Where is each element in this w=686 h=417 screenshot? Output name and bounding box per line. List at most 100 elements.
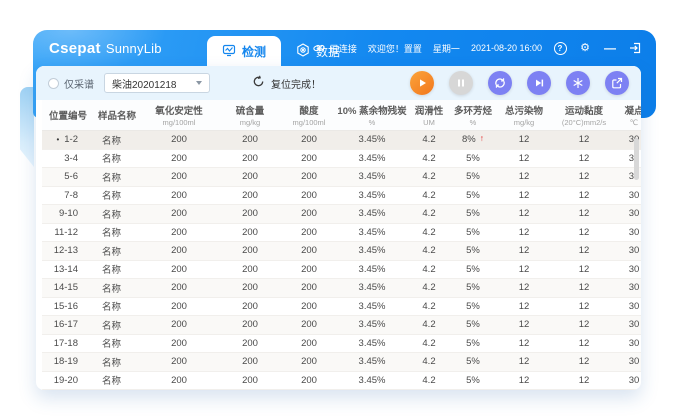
cell-position: 9-10 — [42, 205, 94, 224]
cell-sample-name: 名称 — [94, 260, 140, 279]
help-icon[interactable]: ? — [553, 41, 567, 55]
reset-status-text: 复位完成！ — [271, 76, 321, 91]
table-row[interactable]: 19-20名称2002002003.45%4.25%121230 — [42, 371, 641, 390]
cell-value: 5% — [450, 334, 496, 353]
cell-value: 30 — [616, 316, 641, 335]
main-tabs: 检测 数据 — [207, 36, 355, 66]
table-row[interactable]: 5-6名称2002002003.45%4.25%121230 — [42, 168, 641, 187]
table-row[interactable]: 3-4名称2002002003.45%4.25%121230 — [42, 149, 641, 168]
cell-value: 30 — [616, 186, 641, 205]
cell-value: 12 — [552, 260, 616, 279]
cell-value: 200 — [218, 131, 282, 150]
table-row[interactable]: 12-13名称2002002003.45%4.25%121230 — [42, 242, 641, 261]
cell-value: 200 — [218, 334, 282, 353]
cell-value: 200 — [282, 149, 336, 168]
reset-icon[interactable] — [252, 75, 265, 91]
cell-sample-name: 名称 — [94, 149, 140, 168]
cell-sample-name: 名称 — [94, 334, 140, 353]
cell-value: 30 — [616, 205, 641, 224]
column-header: 总污染物mg/kg — [496, 100, 552, 131]
cell-value: 3.45% — [336, 131, 408, 150]
cell-position: •1-2 — [42, 131, 94, 150]
exit-icon[interactable] — [628, 41, 642, 55]
cell-value: 12 — [552, 223, 616, 242]
cell-value: 200 — [282, 205, 336, 224]
cell-value: 12 — [496, 334, 552, 353]
sample-only-checkbox[interactable] — [48, 78, 59, 89]
skip-button[interactable] — [527, 71, 551, 95]
cell-value: 8%↑ — [450, 131, 496, 150]
sync-icon — [493, 76, 507, 90]
cell-value: 12 — [496, 205, 552, 224]
cell-value: 30 — [616, 297, 641, 316]
cell-sample-name: 名称 — [94, 242, 140, 261]
column-header: 润滑性UM — [408, 100, 450, 131]
cell-value: 4.2 — [408, 371, 450, 390]
pause-button[interactable] — [449, 71, 473, 95]
table-row[interactable]: 16-17名称2002002003.45%4.25%121230 — [42, 316, 641, 335]
cell-value: 5% — [450, 297, 496, 316]
cell-value: 12 — [496, 297, 552, 316]
pause-icon — [454, 76, 468, 90]
cell-value: 12 — [496, 186, 552, 205]
skip-forward-icon — [532, 76, 546, 90]
table-row[interactable]: 9-10名称2002002003.45%4.25%121230 — [42, 205, 641, 224]
vertical-scrollbar[interactable] — [634, 138, 639, 180]
cell-value: 200 — [140, 131, 218, 150]
cell-value: 5% — [450, 279, 496, 298]
cell-value: 3.45% — [336, 260, 408, 279]
cell-sample-name: 名称 — [94, 371, 140, 390]
cell-sample-name: 名称 — [94, 316, 140, 335]
cell-value: 12 — [496, 371, 552, 390]
cell-value: 12 — [552, 131, 616, 150]
cell-value: 4.2 — [408, 186, 450, 205]
cell-value: 12 — [496, 260, 552, 279]
cell-position: 12-13 — [42, 242, 94, 261]
cell-position: 5-6 — [42, 168, 94, 187]
cell-value: 200 — [140, 223, 218, 242]
export-button[interactable] — [605, 71, 629, 95]
titlebar-right: 已连接 欢迎您！置置 星期一 2021-08-20 16:00 ? ⚙ — — [312, 41, 642, 55]
table-row[interactable]: 17-18名称2002002003.45%4.25%121230 — [42, 334, 641, 353]
tab-data[interactable]: 数据 — [281, 36, 355, 66]
cell-value: 5% — [450, 223, 496, 242]
table-row[interactable]: 15-16名称2002002003.45%4.25%121230 — [42, 297, 641, 316]
start-button[interactable] — [410, 71, 434, 95]
column-header: 氧化安定性mg/100ml — [140, 100, 218, 131]
freeze-button[interactable] — [566, 71, 590, 95]
cell-value: 200 — [282, 223, 336, 242]
content-card: 仅采谱 柴油20201218 复位完成！ — [36, 66, 641, 390]
cell-value: 5% — [450, 149, 496, 168]
column-header: 凝点℃ — [616, 100, 641, 131]
cell-value: 200 — [218, 149, 282, 168]
column-header: 多环芳烃% — [450, 100, 496, 131]
cell-value: 3.45% — [336, 168, 408, 187]
table-row[interactable]: 18-19名称2002002003.45%4.25%121230 — [42, 353, 641, 372]
results-table: 位置编号样品名称氧化安定性mg/100ml硫含量mg/kg酸度mg/100ml1… — [42, 100, 641, 390]
cell-position: 3-4 — [42, 149, 94, 168]
cell-position: 19-20 — [42, 371, 94, 390]
table-row[interactable]: 13-14名称2002002003.45%4.25%121230 — [42, 260, 641, 279]
cell-value: 12 — [552, 186, 616, 205]
table-row[interactable]: •1-2名称2002002003.45%4.28%↑121230 — [42, 131, 641, 150]
cell-value: 200 — [218, 205, 282, 224]
table-row[interactable]: 14-15名称2002002003.45%4.25%121230 — [42, 279, 641, 298]
cell-value: 12 — [496, 242, 552, 261]
cell-value: 12 — [552, 353, 616, 372]
sample-only-label: 仅采谱 — [64, 76, 94, 91]
cell-sample-name: 名称 — [94, 131, 140, 150]
table-row[interactable]: 7-8名称2002002003.45%4.25%121230 — [42, 186, 641, 205]
cell-position: 17-18 — [42, 334, 94, 353]
cell-sample-name: 名称 — [94, 297, 140, 316]
settings-gear-icon[interactable]: ⚙ — [578, 41, 592, 55]
method-select[interactable]: 柴油20201218 — [104, 73, 210, 93]
cell-value: 200 — [140, 205, 218, 224]
minimize-button[interactable]: — — [603, 41, 617, 55]
datetime-text: 2021-08-20 16:00 — [471, 43, 542, 53]
sync-button[interactable] — [488, 71, 512, 95]
cell-value: 30 — [616, 353, 641, 372]
cell-value: 12 — [552, 205, 616, 224]
tab-detection[interactable]: 检测 — [207, 36, 281, 66]
table-row[interactable]: 11-12名称2002002003.45%4.25%121230 — [42, 223, 641, 242]
cell-value: 200 — [282, 242, 336, 261]
